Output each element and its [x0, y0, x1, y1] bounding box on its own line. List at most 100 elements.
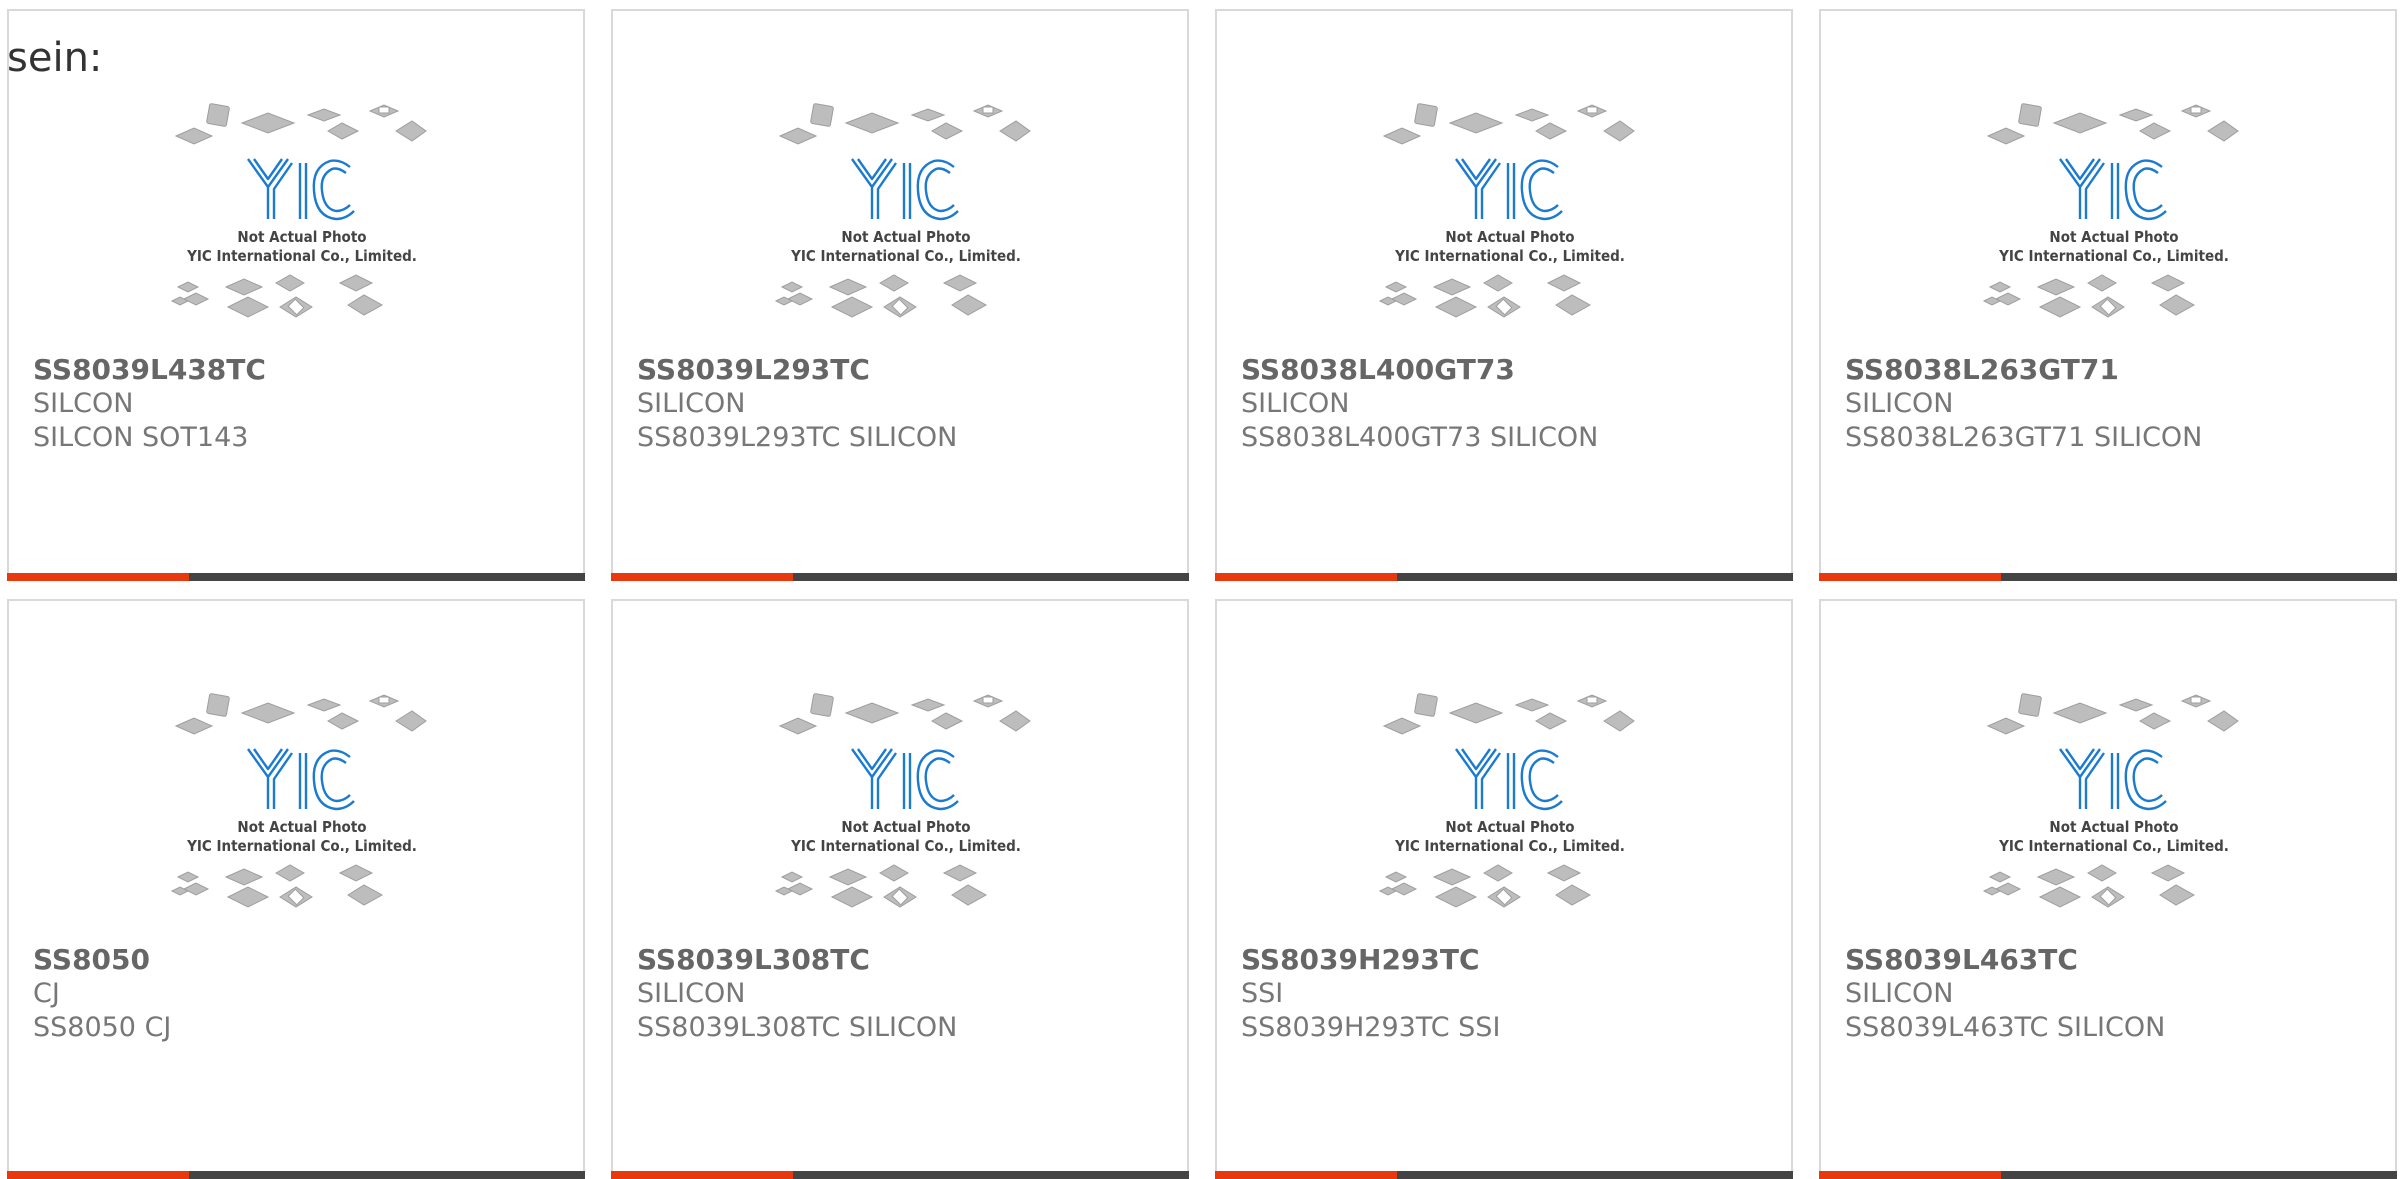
card-accent-highlight — [1819, 573, 2001, 581]
chip-packages-bottom — [1378, 274, 1592, 318]
part-number-link[interactable]: SS8039H293TC — [1241, 943, 1775, 976]
description-label: SS8050 CJ — [33, 1012, 172, 1043]
placeholder-photo: Not Actual Photo YIC International Co., … — [1378, 693, 1635, 908]
part-number-link[interactable]: SS8039L438TC — [33, 353, 567, 386]
chip-packages-bottom — [774, 864, 988, 908]
chip-packages-bottom — [170, 274, 384, 318]
yic-logo — [1455, 158, 1563, 221]
manufacturer-label: SILCON — [33, 388, 134, 419]
part-number-link[interactable]: SS8039L463TC — [1845, 943, 2379, 976]
product-card[interactable]: Not Actual Photo YIC International Co., … — [1819, 599, 2397, 1179]
product-card[interactable]: Not Actual Photo YIC International Co., … — [7, 599, 585, 1179]
card-accent-bar — [1819, 573, 2397, 581]
placeholder-photo: Not Actual Photo YIC International Co., … — [1982, 103, 2239, 318]
product-card[interactable]: Not Actual Photo YIC International Co., … — [611, 9, 1189, 581]
card-accent-highlight — [611, 573, 793, 581]
placeholder-line-1: Not Actual Photo — [237, 818, 366, 836]
chip-packages-top — [1986, 103, 2239, 145]
chip-packages-bottom — [1982, 864, 2196, 908]
part-number-link[interactable]: SS8039L308TC — [637, 943, 1171, 976]
yic-logo — [247, 748, 355, 811]
card-accent-highlight — [611, 1171, 793, 1179]
yic-logo — [851, 158, 959, 221]
chip-packages-top — [1986, 693, 2239, 735]
manufacturer-label: SSI — [1241, 978, 1284, 1009]
description-label: SILCON SOT143 — [33, 422, 249, 453]
card-accent-bar — [611, 573, 1189, 581]
yic-logo — [2059, 158, 2167, 221]
chip-packages-bottom — [1378, 864, 1592, 908]
card-accent-bar — [1819, 1171, 2397, 1179]
part-number-link[interactable]: SS8038L400GT73 — [1241, 353, 1775, 386]
card-accent-bar — [7, 1171, 585, 1179]
manufacturer-label: CJ — [33, 978, 60, 1009]
product-card[interactable]: Not Actual Photo YIC International Co., … — [1215, 599, 1793, 1179]
chip-packages-bottom — [1982, 274, 2196, 318]
placeholder-line-2: YIC International Co., Limited. — [1394, 837, 1625, 855]
manufacturer-label: SILICON — [1845, 388, 1954, 419]
product-image[interactable]: Not Actual Photo YIC International Co., … — [1976, 101, 2252, 351]
product-card[interactable]: Not Actual Photo YIC International Co., … — [611, 599, 1189, 1179]
card-accent-highlight — [1215, 1171, 1397, 1179]
placeholder-line-1: Not Actual Photo — [2049, 228, 2178, 246]
description-label: SS8039L308TC SILICON — [637, 1012, 958, 1043]
placeholder-line-2: YIC International Co., Limited. — [1998, 837, 2229, 855]
placeholder-photo: Not Actual Photo YIC International Co., … — [170, 693, 427, 908]
manufacturer-label: SILICON — [637, 978, 746, 1009]
product-image[interactable]: Not Actual Photo YIC International Co., … — [164, 101, 440, 351]
chip-packages-bottom — [774, 274, 988, 318]
placeholder-photo: Not Actual Photo YIC International Co., … — [1982, 693, 2239, 908]
placeholder-line-2: YIC International Co., Limited. — [186, 247, 417, 265]
description-label: SS8039H293TC SSI — [1241, 1012, 1501, 1043]
part-number-link[interactable]: SS8039L293TC — [637, 353, 1171, 386]
placeholder-line-1: Not Actual Photo — [237, 228, 366, 246]
card-accent-highlight — [7, 573, 189, 581]
placeholder-line-1: Not Actual Photo — [841, 818, 970, 836]
description-label: SS8038L400GT73 SILICON — [1241, 422, 1599, 453]
card-accent-highlight — [7, 1171, 189, 1179]
manufacturer-label: SILICON — [1845, 978, 1954, 1009]
yic-logo — [2059, 748, 2167, 811]
product-image[interactable]: Not Actual Photo YIC International Co., … — [1372, 691, 1648, 941]
product-card[interactable]: Not Actual Photo YIC International Co., … — [7, 9, 585, 581]
product-image[interactable]: Not Actual Photo YIC International Co., … — [1976, 691, 2252, 941]
chip-packages-top — [174, 103, 427, 145]
description-label: SS8038L263GT71 SILICON — [1845, 422, 2203, 453]
yic-logo — [1455, 748, 1563, 811]
page-heading: sein: — [7, 35, 103, 81]
placeholder-line-2: YIC International Co., Limited. — [1998, 247, 2229, 265]
part-number-link[interactable]: SS8038L263GT71 — [1845, 353, 2379, 386]
placeholder-photo: Not Actual Photo YIC International Co., … — [774, 103, 1031, 318]
chip-packages-bottom — [170, 864, 384, 908]
description-label: SS8039L293TC SILICON — [637, 422, 958, 453]
product-image[interactable]: Not Actual Photo YIC International Co., … — [1372, 101, 1648, 351]
placeholder-photo: Not Actual Photo YIC International Co., … — [1378, 103, 1635, 318]
placeholder-line-2: YIC International Co., Limited. — [790, 247, 1021, 265]
placeholder-line-1: Not Actual Photo — [841, 228, 970, 246]
placeholder-photo: Not Actual Photo YIC International Co., … — [774, 693, 1031, 908]
part-number-link[interactable]: SS8050 — [33, 943, 567, 976]
chip-packages-top — [1382, 103, 1635, 145]
product-image[interactable]: Not Actual Photo YIC International Co., … — [768, 101, 1044, 351]
description-label: SS8039L463TC SILICON — [1845, 1012, 2166, 1043]
chip-packages-top — [174, 693, 427, 735]
card-accent-bar — [611, 1171, 1189, 1179]
card-accent-bar — [1215, 1171, 1793, 1179]
manufacturer-label: SILICON — [637, 388, 746, 419]
placeholder-line-1: Not Actual Photo — [1445, 228, 1574, 246]
placeholder-line-2: YIC International Co., Limited. — [186, 837, 417, 855]
card-accent-bar — [1215, 573, 1793, 581]
product-card[interactable]: Not Actual Photo YIC International Co., … — [1215, 9, 1793, 581]
chip-packages-top — [778, 103, 1031, 145]
placeholder-line-1: Not Actual Photo — [2049, 818, 2178, 836]
product-image[interactable]: Not Actual Photo YIC International Co., … — [768, 691, 1044, 941]
placeholder-line-2: YIC International Co., Limited. — [790, 837, 1021, 855]
placeholder-photo: Not Actual Photo YIC International Co., … — [170, 103, 427, 318]
yic-logo — [247, 158, 355, 221]
product-image[interactable]: Not Actual Photo YIC International Co., … — [164, 691, 440, 941]
product-card[interactable]: Not Actual Photo YIC International Co., … — [1819, 9, 2397, 581]
card-accent-bar — [7, 573, 585, 581]
yic-logo — [851, 748, 959, 811]
product-grid: Not Actual Photo YIC International Co., … — [0, 0, 2400, 1179]
card-accent-highlight — [1215, 573, 1397, 581]
